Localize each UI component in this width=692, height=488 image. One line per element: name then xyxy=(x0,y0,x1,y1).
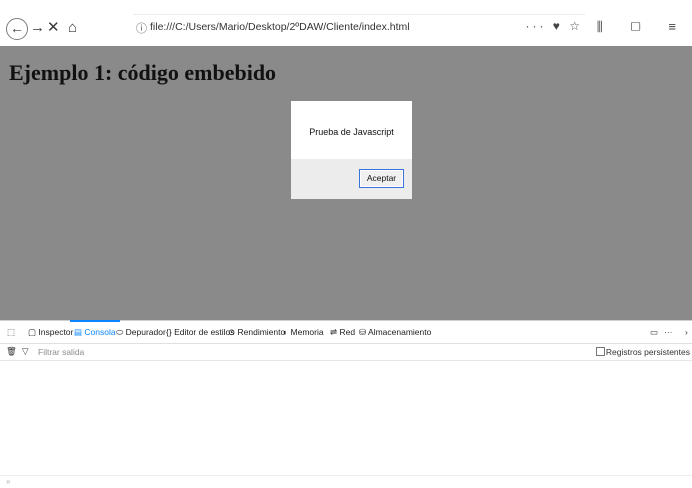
tab-label: Almacenamiento xyxy=(368,327,432,337)
site-info-icon[interactable]: ⓘ xyxy=(136,20,147,36)
alert-message: Prueba de Javascript xyxy=(309,127,394,137)
tab-storage[interactable]: ⛁ Almacenamiento xyxy=(359,327,431,338)
close-devtools-icon[interactable]: › xyxy=(685,327,688,337)
page-content: Ejemplo 1: código embebido Prueba de Jav… xyxy=(0,46,692,320)
accept-button[interactable]: Aceptar xyxy=(359,169,404,188)
console-icon: ▤ xyxy=(74,327,83,337)
tab-label: Rendimiento xyxy=(237,327,286,337)
browser-toolbar: ← → ✕ ⌂ ⓘ file:///C:/Users/Mario/Desktop… xyxy=(0,10,692,44)
tab-label: Inspector xyxy=(38,327,74,337)
tab-console[interactable]: ▤ Consola xyxy=(70,320,120,338)
tab-inspector[interactable]: ▢ Inspector xyxy=(28,327,73,338)
debugger-icon: ⬭ xyxy=(116,327,124,337)
home-button[interactable]: ⌂ xyxy=(68,20,77,36)
persist-logs-label: Registros persistentes xyxy=(605,347,690,357)
forward-button[interactable]: → xyxy=(30,20,45,36)
tab-label: Memoria xyxy=(290,327,324,337)
alert-footer: Aceptar xyxy=(291,159,412,199)
tab-label: Red xyxy=(339,327,356,337)
tab-label: Consola xyxy=(84,327,116,337)
alert-dialog: Prueba de Javascript Aceptar xyxy=(291,101,412,199)
devtools-panel: ⬚ ▢ Inspector ▤ Consola ⬭ Depurador {} E… xyxy=(0,320,692,487)
url-bar[interactable]: ⓘ file:///C:/Users/Mario/Desktop/2ºDAW/C… xyxy=(133,14,585,39)
filter-icon[interactable]: ▽ xyxy=(22,346,29,357)
inspector-icon: ▢ xyxy=(28,327,37,337)
page-heading: Ejemplo 1: código embebido xyxy=(9,60,277,85)
console-output xyxy=(0,361,692,473)
console-input[interactable]: » xyxy=(0,475,692,488)
filter-input[interactable]: Filtrar salida xyxy=(38,347,84,357)
tab-network[interactable]: ⇌ Red xyxy=(330,327,355,338)
back-button[interactable]: ← xyxy=(6,18,28,40)
console-filter-bar: 🗑 ▽ Filtrar salida Registros persistente… xyxy=(0,344,692,361)
trash-icon[interactable]: 🗑 xyxy=(6,346,17,357)
tab-label: Editor de estilos xyxy=(174,327,235,337)
storage-icon: ⛁ xyxy=(359,327,367,337)
tab-label: Depurador xyxy=(125,327,166,337)
prompt-icon: » xyxy=(6,477,11,486)
tab-performance[interactable]: ⊙ Rendimiento xyxy=(228,327,285,338)
page-actions-icons[interactable]: ··· ♥ ☆ xyxy=(525,19,583,33)
toolbar-right-icons[interactable]: ⫼ ▢ ≡ xyxy=(597,19,688,35)
url-text[interactable]: file:///C:/Users/Mario/Desktop/2ºDAW/Cli… xyxy=(150,21,410,33)
style-editor-icon: {} xyxy=(166,327,172,337)
pick-element-icon[interactable]: ⬚ xyxy=(7,327,15,338)
network-icon: ⇌ xyxy=(330,327,338,337)
tab-debugger[interactable]: ⬭ Depurador xyxy=(116,327,166,338)
performance-icon: ⊙ xyxy=(228,327,236,337)
responsive-design-icon[interactable]: ▭ xyxy=(650,327,658,338)
persist-logs-checkbox[interactable]: Registros persistentes xyxy=(595,347,690,357)
memory-icon: ◐ xyxy=(283,327,289,337)
checkbox-icon xyxy=(595,347,605,356)
more-options-icon[interactable]: ··· xyxy=(664,327,673,337)
tab-memory[interactable]: ◐ Memoria xyxy=(283,327,324,337)
devtools-tabbar: ⬚ ▢ Inspector ▤ Consola ⬭ Depurador {} E… xyxy=(0,320,692,344)
stop-button[interactable]: ✕ xyxy=(47,20,60,36)
tab-style-editor[interactable]: {} Editor de estilos xyxy=(166,327,235,337)
